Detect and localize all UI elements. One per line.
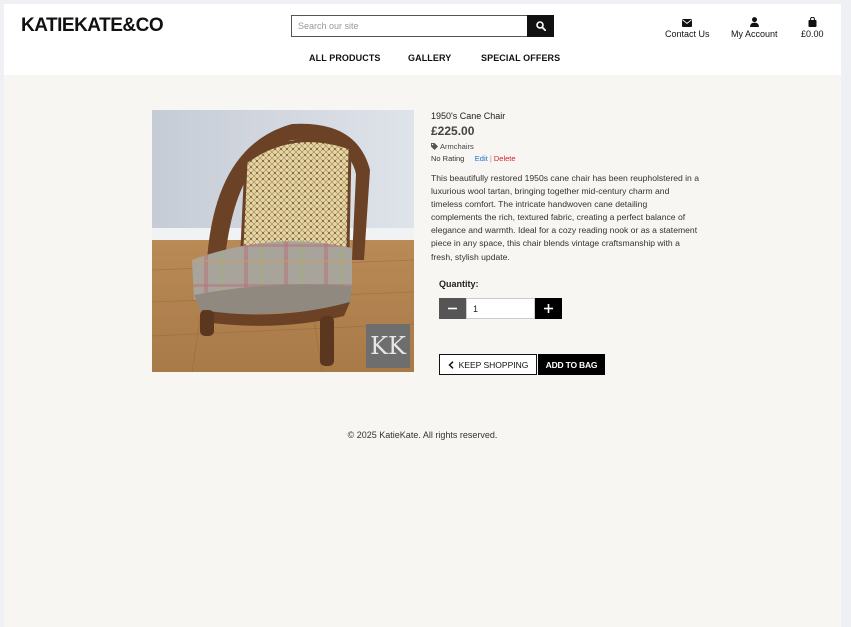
my-account-label: My Account — [731, 29, 778, 39]
decrement-button[interactable] — [439, 298, 466, 319]
nav-gallery[interactable]: GALLERY — [408, 53, 451, 63]
nav-special-offers[interactable]: SPECIAL OFFERS — [481, 53, 560, 63]
watermark-logo: KK — [370, 332, 407, 360]
page-background — [4, 4, 841, 627]
contact-us-link[interactable]: Contact Us — [665, 14, 710, 39]
link-separator: | — [489, 154, 492, 163]
tag-icon — [431, 143, 438, 150]
site-header: KATIEKATE&CO Contact Us My Account £0.00… — [4, 4, 841, 75]
user-icon — [749, 14, 759, 27]
product-category[interactable]: Armchairs — [431, 142, 701, 151]
quantity-stepper — [439, 298, 562, 319]
search-button[interactable] — [527, 15, 554, 37]
add-to-bag-button[interactable]: ADD TO BAG — [538, 354, 605, 375]
brand-logo[interactable]: KATIEKATE&CO — [21, 15, 164, 37]
shopping-bag-icon — [808, 14, 817, 27]
product-image: KK — [152, 110, 414, 372]
my-account-link[interactable]: My Account — [731, 14, 778, 39]
category-label: Armchairs — [440, 142, 474, 151]
search-form — [291, 15, 554, 37]
contact-us-label: Contact Us — [665, 29, 710, 39]
product-description: This beautifully restored 1950s cane cha… — [431, 173, 700, 262]
search-icon — [535, 21, 546, 31]
plus-icon — [544, 304, 553, 313]
minus-icon — [448, 307, 457, 310]
product-price: £225.00 — [431, 124, 475, 138]
envelope-icon — [682, 14, 693, 27]
keep-shopping-label: KEEP SHOPPING — [458, 359, 529, 370]
nav-all-products[interactable]: ALL PRODUCTS — [309, 53, 381, 63]
increment-button[interactable] — [535, 298, 562, 319]
chevron-left-icon — [448, 360, 454, 369]
delete-link[interactable]: Delete — [494, 154, 516, 163]
edit-link[interactable]: Edit — [475, 154, 488, 163]
keep-shopping-button[interactable]: KEEP SHOPPING — [439, 354, 537, 375]
main-nav: ALL PRODUCTS GALLERY SPECIAL OFFERS — [4, 53, 841, 67]
quantity-label: Quantity: — [439, 279, 479, 289]
product-details: 1950's Cane Chair £225.00 Armchairs No R… — [431, 111, 701, 264]
bag-total: £0.00 — [801, 29, 824, 39]
rating-text: No Rating — [431, 154, 465, 163]
quantity-input[interactable] — [466, 298, 535, 319]
product-meta: No Rating Edit | Delete — [431, 154, 701, 163]
site-footer: © 2025 KatieKate. All rights reserved. — [347, 430, 498, 440]
search-input[interactable] — [291, 15, 527, 37]
product-name: 1950's Cane Chair — [431, 111, 506, 121]
shopping-bag-link[interactable]: £0.00 — [801, 14, 824, 39]
